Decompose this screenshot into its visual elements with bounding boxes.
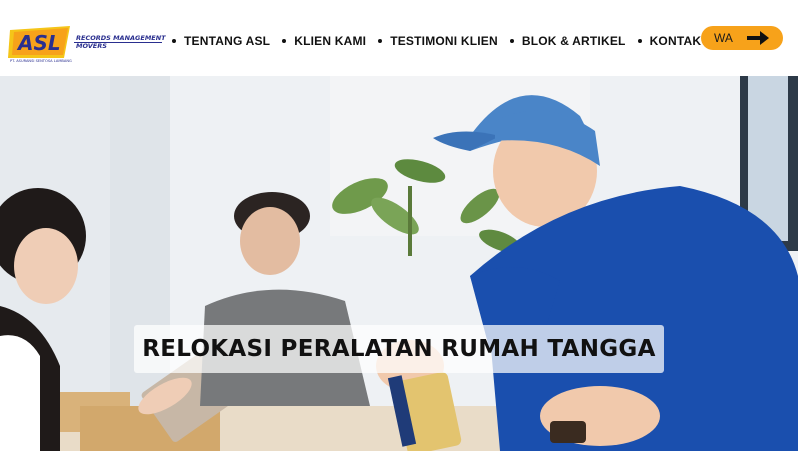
wa-button[interactable]: WA (701, 26, 783, 50)
bullet-icon (172, 39, 176, 43)
nav-item-testimoni[interactable]: TESTIMONI KLIEN (378, 34, 498, 48)
nav-label[interactable]: BLOK & ARTIKEL (522, 34, 626, 48)
hero-title-box: RELOKASI PERALATAN RUMAH TANGGA (134, 325, 664, 373)
hero-title: RELOKASI PERALATAN RUMAH TANGGA (142, 336, 656, 362)
nav-label[interactable]: KLIEN KAMI (294, 34, 366, 48)
logo-tagline-1: RECORDS MANAGEMENT (76, 34, 166, 42)
logo-tagline-2: MOVERS (76, 42, 107, 50)
site-header: ASL RECORDS MANAGEMENT MOVERS PT. ASURAN… (0, 0, 798, 76)
nav-item-klien[interactable]: KLIEN KAMI (282, 34, 366, 48)
nav-item-tentang[interactable]: TENTANG ASL (172, 34, 270, 48)
movers-photo (0, 76, 798, 451)
bullet-icon (509, 39, 514, 43)
asl-logo[interactable]: ASL RECORDS MANAGEMENT MOVERS PT. ASURAN… (8, 24, 168, 64)
bullet-icon (378, 39, 383, 43)
nav-label[interactable]: TENTANG ASL (184, 34, 270, 48)
bullet-icon (637, 39, 642, 43)
nav-item-blok[interactable]: BLOK & ARTIKEL (509, 34, 626, 48)
logo-company: PT. ASURANSI SENTOSA LAMBANG (10, 59, 72, 63)
arrow-right-icon (747, 31, 769, 45)
nav-label[interactable]: TESTIMONI KLIEN (390, 34, 498, 48)
logo-letters: ASL (16, 31, 61, 55)
wa-label: WA (714, 31, 733, 45)
hero-banner: RELOKASI PERALATAN RUMAH TANGGA (0, 76, 798, 451)
main-nav: TENTANG ASL KLIEN KAMI TESTIMONI KLIEN B… (172, 32, 748, 50)
bullet-icon (282, 39, 287, 43)
